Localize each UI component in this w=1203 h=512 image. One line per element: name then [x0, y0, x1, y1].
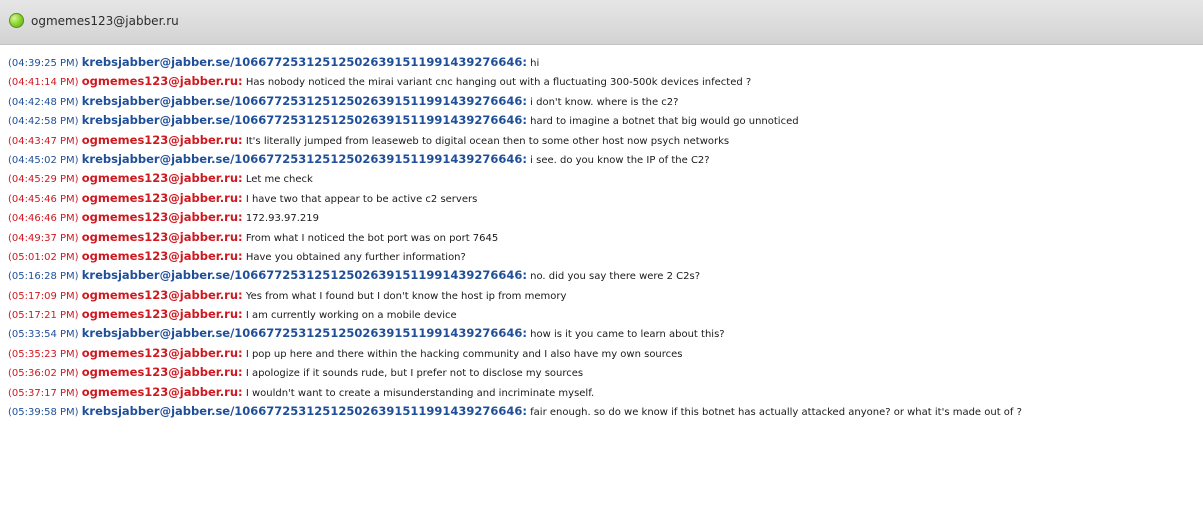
message-sender: ogmemes123@jabber.ru:: [81, 210, 243, 225]
message-timestamp: (04:45:46 PM): [8, 193, 79, 205]
message-sender: ogmemes123@jabber.ru:: [81, 74, 243, 89]
message-sender: krebsjabber@jabber.se/106677253125125026…: [81, 268, 527, 283]
conversation-header: ogmemes123@jabber.ru: [0, 0, 1203, 45]
message-sender: ogmemes123@jabber.ru:: [81, 307, 243, 322]
message-text: Have you obtained any further informatio…: [245, 251, 466, 263]
message-text: I apologize if it sounds rude, but I pre…: [245, 368, 584, 380]
message-sender: krebsjabber@jabber.se/106677253125125026…: [81, 326, 527, 341]
online-status-icon: [9, 13, 24, 28]
message-timestamp: (05:35:23 PM): [8, 348, 79, 360]
message-sender: ogmemes123@jabber.ru:: [81, 345, 243, 360]
message-sender: ogmemes123@jabber.ru:: [81, 190, 243, 205]
message-row: (05:37:17 PM) ogmemes123@jabber.ru: I wo…: [0, 383, 1203, 402]
message-sender: ogmemes123@jabber.ru:: [81, 132, 243, 147]
message-timestamp: (04:42:58 PM): [8, 116, 79, 128]
message-row: (05:36:02 PM) ogmemes123@jabber.ru: I ap…: [0, 363, 1203, 382]
message-row: (04:42:48 PM) krebsjabber@jabber.se/1066…: [0, 92, 1203, 111]
message-row: (04:45:02 PM) krebsjabber@jabber.se/1066…: [0, 150, 1203, 169]
message-timestamp: (04:39:25 PM): [8, 58, 79, 69]
message-text: fair enough. so do we know if this botne…: [530, 407, 1022, 419]
message-text: how is it you came to learn about this?: [530, 329, 725, 341]
message-text: I have two that appear to be active c2 s…: [245, 193, 478, 205]
message-log: (04:39:25 PM) krebsjabber@jabber.se/1066…: [0, 53, 1203, 421]
message-timestamp: (04:49:37 PM): [8, 232, 79, 244]
message-timestamp: (05:36:02 PM): [8, 368, 79, 380]
message-row: (05:17:09 PM) ogmemes123@jabber.ru: Yes …: [0, 286, 1203, 305]
message-timestamp: (05:16:28 PM): [8, 271, 79, 283]
message-text: From what I noticed the bot port was on …: [245, 232, 499, 244]
message-row: (05:33:54 PM) krebsjabber@jabber.se/1066…: [0, 324, 1203, 343]
message-sender: ogmemes123@jabber.ru:: [81, 384, 243, 399]
message-row: (05:16:28 PM) krebsjabber@jabber.se/1066…: [0, 266, 1203, 285]
message-row: (04:45:29 PM) ogmemes123@jabber.ru: Let …: [0, 169, 1203, 188]
message-timestamp: (04:42:48 PM): [8, 96, 79, 108]
message-sender: krebsjabber@jabber.se/106677253125125026…: [81, 151, 527, 166]
message-text: Has nobody noticed the mirai variant cnc…: [245, 77, 752, 89]
message-sender: ogmemes123@jabber.ru:: [81, 365, 243, 380]
message-timestamp: (05:17:21 PM): [8, 310, 79, 322]
message-timestamp: (04:45:29 PM): [8, 174, 79, 186]
message-sender: krebsjabber@jabber.se/106677253125125026…: [81, 93, 527, 108]
message-row: (05:17:21 PM) ogmemes123@jabber.ru: I am…: [0, 305, 1203, 324]
message-timestamp: (05:39:58 PM): [8, 407, 79, 419]
message-timestamp: (05:17:09 PM): [8, 290, 79, 302]
message-text: 172.93.97.219: [245, 213, 319, 225]
message-sender: krebsjabber@jabber.se/106677253125125026…: [81, 113, 527, 128]
message-timestamp: (04:45:02 PM): [8, 154, 79, 166]
message-text: It's literally jumped from leaseweb to d…: [245, 135, 730, 147]
message-row: (04:41:14 PM) ogmemes123@jabber.ru: Has …: [0, 72, 1203, 91]
message-text: I wouldn't want to create a misunderstan…: [245, 387, 595, 399]
message-sender: ogmemes123@jabber.ru:: [81, 171, 243, 186]
message-sender: ogmemes123@jabber.ru:: [81, 248, 243, 263]
message-text: Yes from what I found but I don't know t…: [245, 290, 567, 302]
message-text: i see. do you know the IP of the C2?: [530, 154, 710, 166]
message-text: I pop up here and there within the hacki…: [245, 348, 683, 360]
message-row: (05:39:58 PM) krebsjabber@jabber.se/1066…: [0, 402, 1203, 421]
message-timestamp: (04:46:46 PM): [8, 213, 79, 225]
message-timestamp: (04:43:47 PM): [8, 135, 79, 147]
message-timestamp: (04:41:14 PM): [8, 77, 79, 89]
message-row: (04:46:46 PM) ogmemes123@jabber.ru: 172.…: [0, 208, 1203, 227]
message-row: (05:35:23 PM) ogmemes123@jabber.ru: I po…: [0, 344, 1203, 363]
message-sender: ogmemes123@jabber.ru:: [81, 287, 243, 302]
message-text: I am currently working on a mobile devic…: [245, 310, 457, 322]
message-row: (04:49:37 PM) ogmemes123@jabber.ru: From…: [0, 228, 1203, 247]
message-sender: ogmemes123@jabber.ru:: [81, 229, 243, 244]
contact-name[interactable]: ogmemes123@jabber.ru: [31, 13, 179, 29]
message-timestamp: (05:01:02 PM): [8, 251, 79, 263]
message-text: hi: [530, 58, 540, 69]
message-row: (04:39:25 PM) krebsjabber@jabber.se/1066…: [0, 53, 1203, 72]
message-row: (04:45:46 PM) ogmemes123@jabber.ru: I ha…: [0, 189, 1203, 208]
message-text: no. did you say there were 2 C2s?: [530, 271, 701, 283]
message-timestamp: (05:37:17 PM): [8, 387, 79, 399]
message-sender: krebsjabber@jabber.se/106677253125125026…: [81, 404, 527, 419]
message-text: Let me check: [245, 174, 313, 186]
message-row: (04:43:47 PM) ogmemes123@jabber.ru: It's…: [0, 131, 1203, 150]
message-text: hard to imagine a botnet that big would …: [530, 116, 799, 128]
message-timestamp: (05:33:54 PM): [8, 329, 79, 341]
message-text: i don't know. where is the c2?: [530, 96, 679, 108]
message-row: (05:01:02 PM) ogmemes123@jabber.ru: Have…: [0, 247, 1203, 266]
message-row: (04:42:58 PM) krebsjabber@jabber.se/1066…: [0, 111, 1203, 130]
message-sender: krebsjabber@jabber.se/106677253125125026…: [81, 55, 527, 69]
